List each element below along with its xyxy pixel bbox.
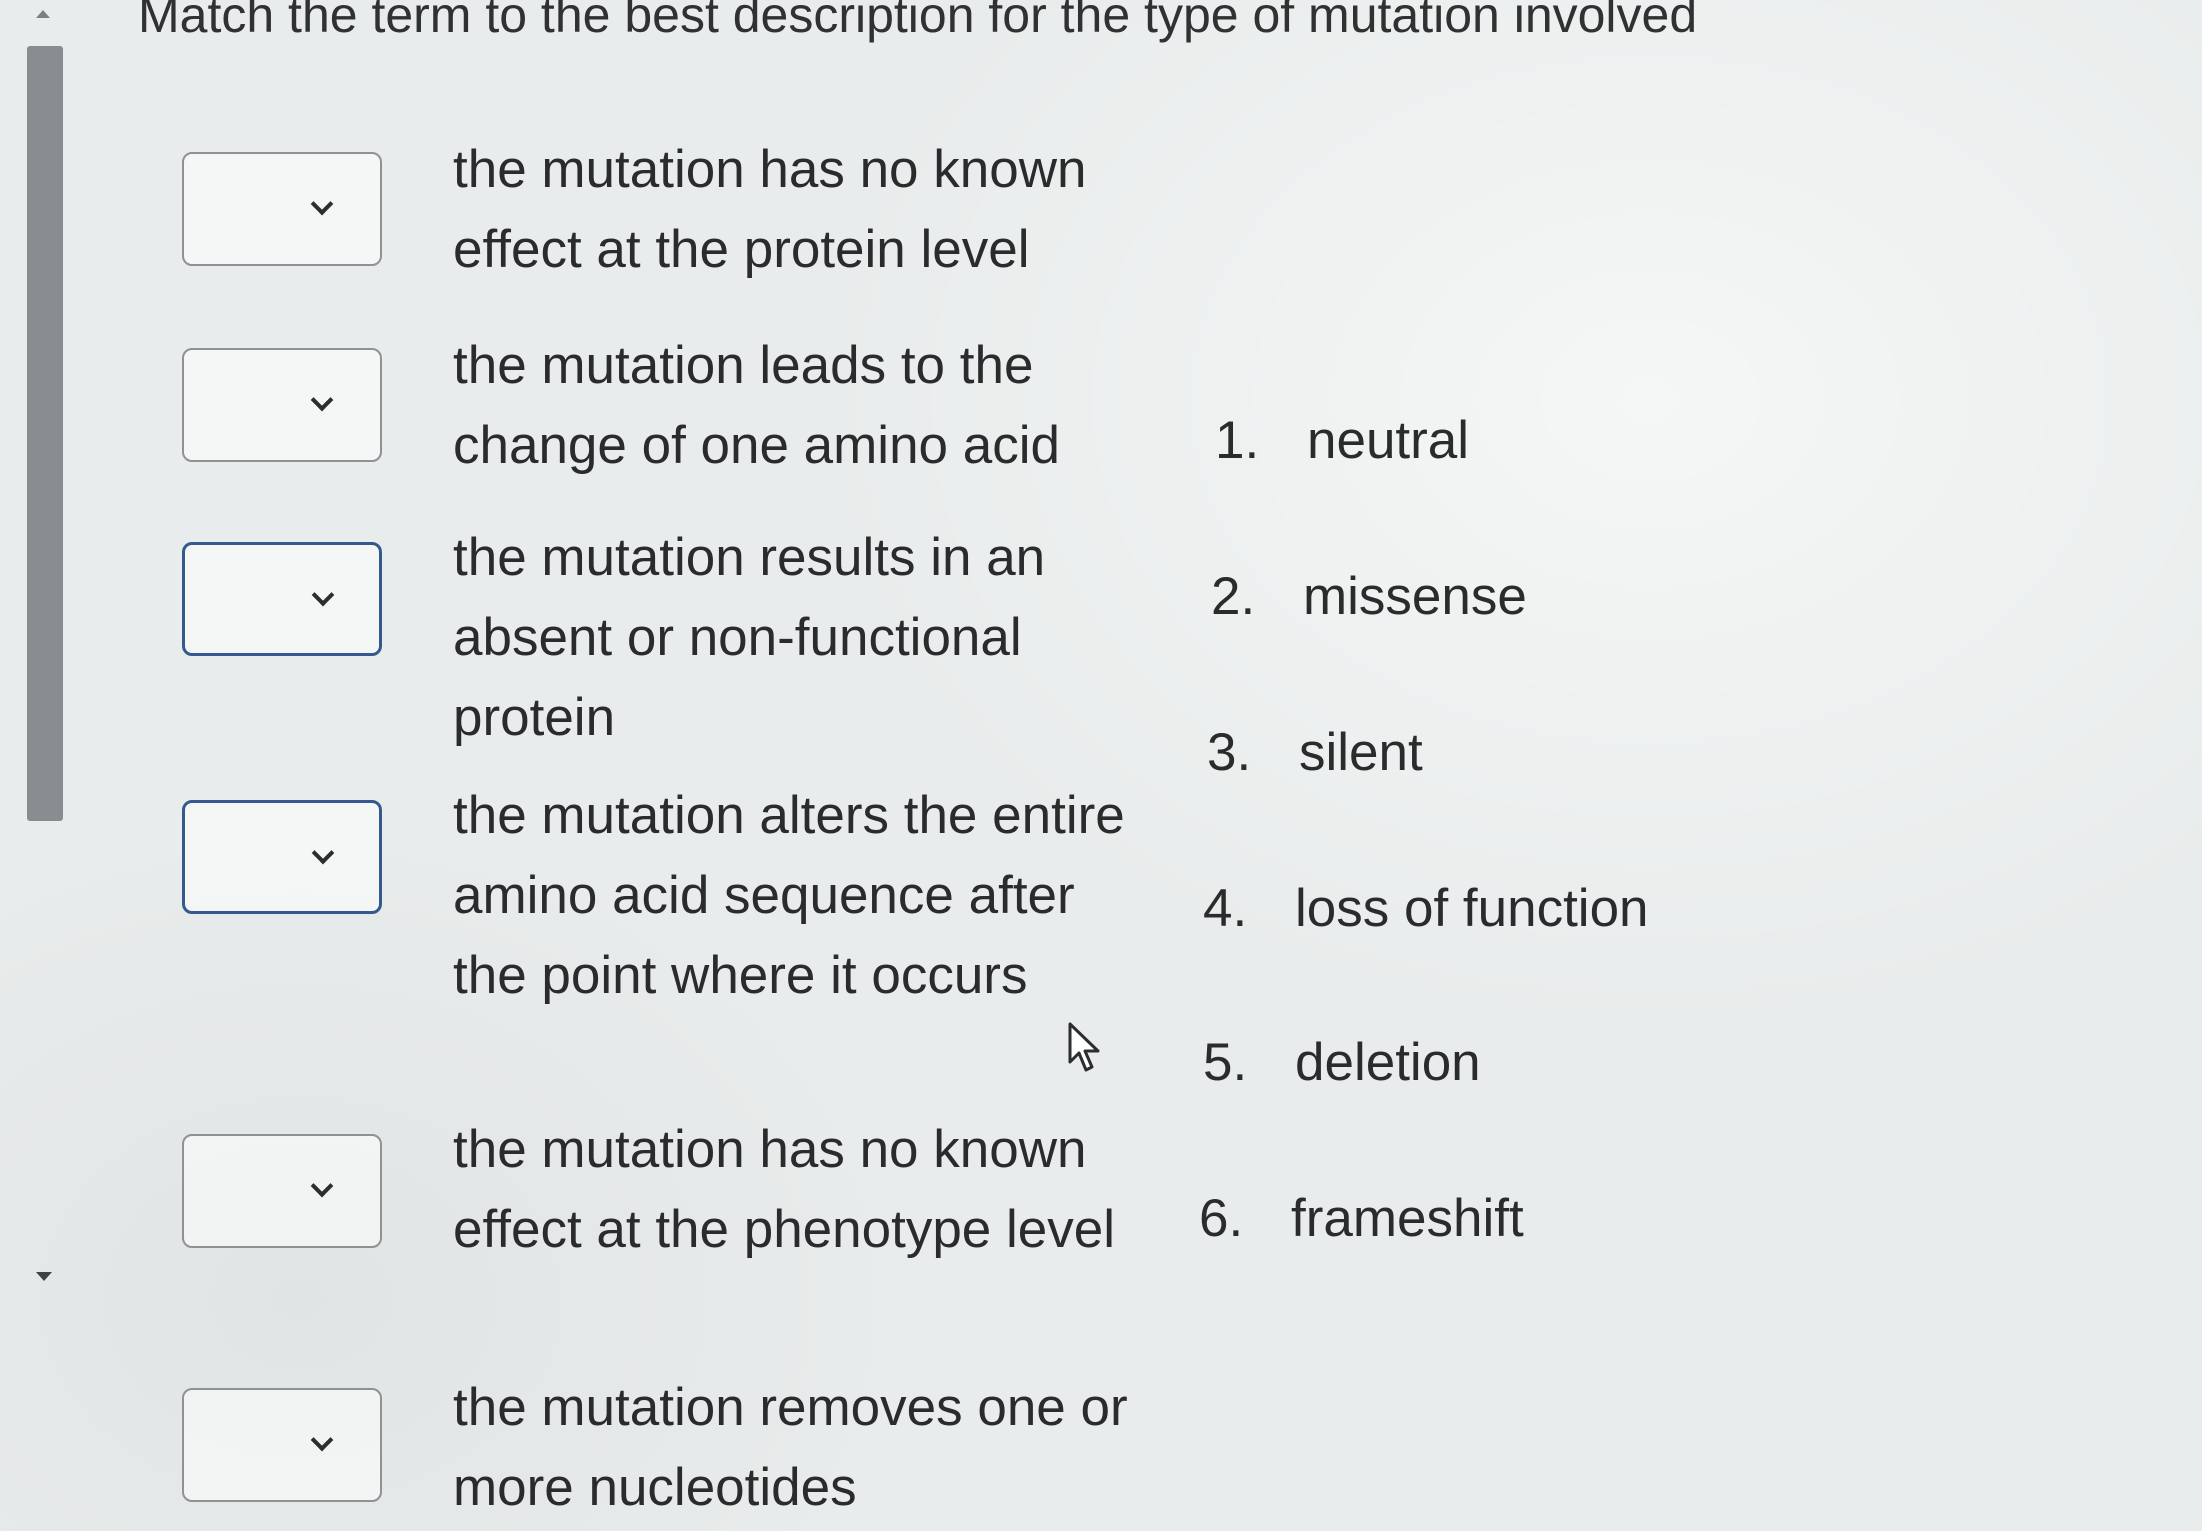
answer-number: 2. — [1211, 567, 1256, 626]
answer-option: 4. loss of function — [1203, 878, 1649, 939]
answer-select[interactable] — [182, 542, 382, 656]
answer-number: 3. — [1207, 723, 1252, 782]
answer-label: missense — [1303, 567, 1527, 626]
mouse-pointer-icon — [1068, 1022, 1100, 1072]
answer-option: 5. deletion — [1203, 1032, 1481, 1093]
answer-select[interactable] — [182, 800, 382, 914]
answer-select[interactable] — [182, 1388, 382, 1502]
chevron-down-icon — [311, 583, 335, 607]
question-description: the mutation has no known effect at the … — [453, 1120, 1116, 1259]
question-description: the mutation leads to the change of one … — [453, 336, 1060, 475]
answer-label: loss of function — [1295, 879, 1649, 938]
answer-number: 4. — [1203, 879, 1248, 938]
question-description: the mutation has no known effect at the … — [453, 140, 1087, 279]
answer-number: 1. — [1215, 411, 1260, 470]
answer-option: 3. silent — [1207, 722, 1423, 783]
answer-label: neutral — [1307, 411, 1470, 470]
answer-select[interactable] — [182, 1134, 382, 1248]
answer-select[interactable] — [182, 152, 382, 266]
answer-option: 1. neutral — [1215, 410, 1469, 471]
chevron-down-icon — [311, 841, 335, 865]
chevron-down-icon — [310, 1428, 334, 1452]
scroll-down-arrow-icon[interactable] — [36, 1272, 52, 1281]
answer-label: deletion — [1295, 1033, 1481, 1092]
quiz-page: { "title": "Match the term to the best d… — [0, 0, 2202, 1531]
scroll-up-arrow-icon[interactable] — [36, 10, 50, 18]
answer-number: 5. — [1203, 1033, 1248, 1092]
answer-option: 6. frameshift — [1199, 1188, 1524, 1249]
vertical-scrollbar[interactable] — [20, 0, 66, 1300]
question-prompt: Match the term to the best description f… — [138, 0, 1698, 43]
answer-number: 6. — [1199, 1189, 1244, 1248]
answer-label: frameshift — [1291, 1189, 1524, 1248]
question-description: the mutation results in an absent or non… — [453, 528, 1046, 747]
chevron-down-icon — [310, 192, 334, 216]
answer-label: silent — [1299, 723, 1423, 782]
question-description: the mutation alters the entire amino aci… — [453, 786, 1125, 1005]
question-description: the mutation removes one or more nucleot… — [453, 1378, 1128, 1517]
answer-option: 2. missense — [1211, 566, 1527, 627]
chevron-down-icon — [310, 388, 334, 412]
answer-select[interactable] — [182, 348, 382, 462]
scroll-thumb[interactable] — [27, 46, 63, 821]
chevron-down-icon — [310, 1174, 334, 1198]
